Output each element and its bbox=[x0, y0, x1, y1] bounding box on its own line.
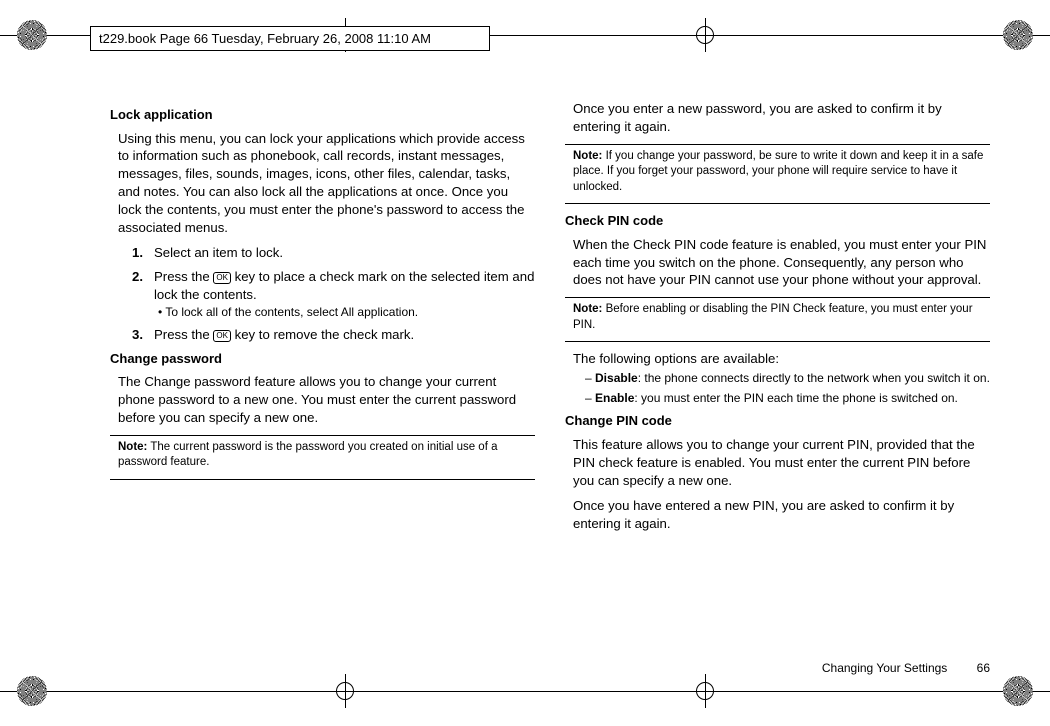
step-text: Select an item to lock. bbox=[154, 244, 535, 262]
page-footer: Changing Your Settings 66 bbox=[822, 660, 990, 676]
section-name: Changing Your Settings bbox=[822, 661, 947, 675]
page-body: Lock application Using this menu, you ca… bbox=[110, 100, 990, 646]
heading-change-pin: Change PIN code bbox=[565, 412, 990, 430]
list-item: 2. Press the OK key to place a check mar… bbox=[132, 268, 535, 304]
paragraph: Once you enter a new password, you are a… bbox=[573, 100, 990, 136]
note: Note: Before enabling or disabling the P… bbox=[565, 298, 990, 337]
rule-icon bbox=[565, 341, 990, 342]
registration-mark-icon bbox=[334, 680, 356, 702]
step-text: Press the bbox=[154, 269, 213, 284]
note-text: The current password is the password you… bbox=[118, 441, 498, 469]
heading-lock-application: Lock application bbox=[110, 106, 535, 124]
pinwheel-icon bbox=[1003, 676, 1033, 706]
rule-icon bbox=[565, 203, 990, 204]
rule-icon bbox=[110, 479, 535, 480]
ordered-list: 1. Select an item to lock. 2. Press the … bbox=[132, 244, 535, 303]
heading-check-pin: Check PIN code bbox=[565, 212, 990, 230]
ordered-list: 3. Press the OK key to remove the check … bbox=[132, 326, 535, 344]
options-list: Disable: the phone connects directly to … bbox=[585, 370, 990, 406]
note-label: Note: bbox=[573, 303, 602, 315]
note: Note: If you change your password, be su… bbox=[565, 145, 990, 200]
paragraph: Once you have entered a new PIN, you are… bbox=[573, 497, 990, 533]
pinwheel-icon bbox=[1003, 20, 1033, 50]
paragraph: When the Check PIN code feature is enabl… bbox=[573, 236, 990, 289]
list-item: Enable: you must enter the PIN each time… bbox=[595, 390, 990, 406]
crop-marks-bottom bbox=[0, 680, 1050, 702]
registration-mark-icon bbox=[694, 24, 716, 46]
paragraph: This feature allows you to change your c… bbox=[573, 436, 990, 489]
list-item: Disable: the phone connects directly to … bbox=[595, 370, 990, 386]
option-label: Enable bbox=[595, 391, 634, 405]
ok-key-icon: OK bbox=[213, 330, 231, 342]
list-item: 1. Select an item to lock. bbox=[132, 244, 535, 262]
side-marks-left bbox=[12, 0, 52, 726]
option-text: : the phone connects directly to the net… bbox=[638, 371, 990, 385]
page-header-metadata: t229.book Page 66 Tuesday, February 26, … bbox=[90, 26, 490, 51]
step-text: Press the bbox=[154, 327, 213, 342]
list-item: 3. Press the OK key to remove the check … bbox=[132, 326, 535, 344]
paragraph: The Change password feature allows you t… bbox=[118, 373, 535, 426]
pinwheel-icon bbox=[17, 20, 47, 50]
heading-change-password: Change password bbox=[110, 350, 535, 368]
note-text: Before enabling or disabling the PIN Che… bbox=[573, 303, 973, 331]
note-label: Note: bbox=[118, 441, 147, 453]
option-text: : you must enter the PIN each time the p… bbox=[634, 391, 958, 405]
column-right: Once you enter a new password, you are a… bbox=[565, 100, 990, 646]
note-label: Note: bbox=[573, 150, 602, 162]
sub-bullet: To lock all of the contents, select All … bbox=[158, 304, 535, 320]
paragraph: Using this menu, you can lock your appli… bbox=[118, 130, 535, 237]
paragraph: The following options are available: bbox=[573, 350, 990, 368]
note: Note: The current password is the passwo… bbox=[110, 436, 535, 475]
ok-key-icon: OK bbox=[213, 272, 231, 284]
page-number: 66 bbox=[977, 661, 990, 675]
header-label: t229.book Page 66 Tuesday, February 26, … bbox=[99, 31, 431, 46]
pinwheel-icon bbox=[17, 676, 47, 706]
column-left: Lock application Using this menu, you ca… bbox=[110, 100, 535, 646]
step-text: key to remove the check mark. bbox=[231, 327, 414, 342]
registration-mark-icon bbox=[694, 680, 716, 702]
note-text: If you change your password, be sure to … bbox=[573, 150, 983, 193]
option-label: Disable bbox=[595, 371, 638, 385]
side-marks-right bbox=[998, 0, 1038, 726]
